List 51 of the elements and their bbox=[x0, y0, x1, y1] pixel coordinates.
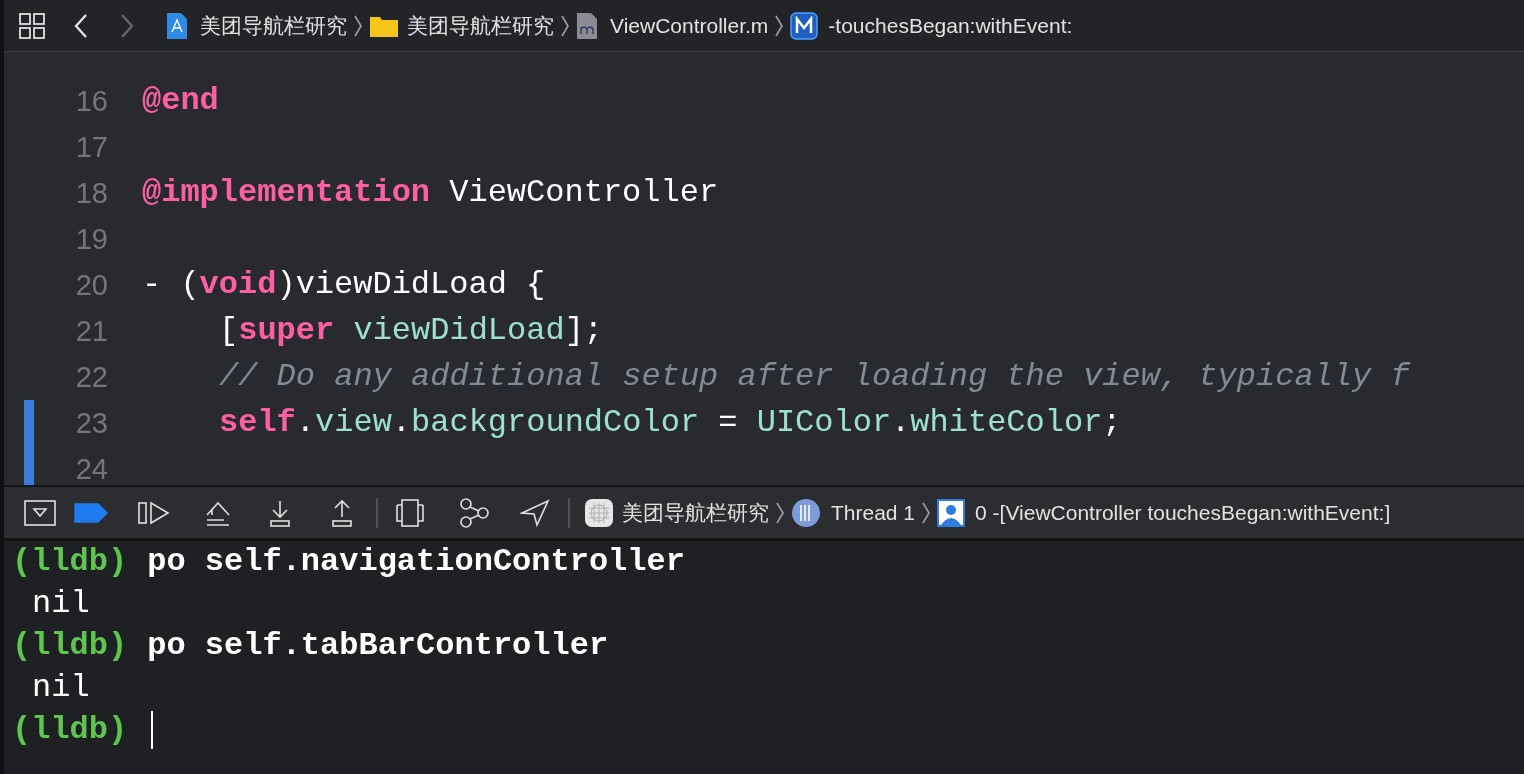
chevron-icon bbox=[774, 13, 785, 38]
chevron-icon bbox=[775, 500, 785, 525]
lldb-prompt: (lldb) bbox=[12, 714, 128, 746]
debug-path-item[interactable]: 0 -[ViewController touchesBegan:withEvent:] bbox=[975, 496, 1391, 529]
continue-icon[interactable] bbox=[138, 499, 170, 526]
code-line: - (void)viewDidLoad { bbox=[142, 269, 546, 301]
code-line: // Do any additional setup after loading the view, typically f bbox=[219, 361, 1410, 393]
line-number: 19 bbox=[74, 224, 108, 254]
thread-icon bbox=[791, 497, 821, 528]
lldb-prompt: (lldb) bbox=[12, 546, 128, 578]
memory-graph-icon[interactable] bbox=[458, 497, 490, 528]
chevron-icon bbox=[353, 13, 363, 38]
code-line: [super viewDidLoad]; bbox=[219, 315, 604, 347]
console-command: po self.tabBarController bbox=[147, 630, 609, 662]
line-number: 16 bbox=[74, 86, 108, 116]
step-out-icon[interactable] bbox=[330, 498, 354, 527]
breadcrumb-item[interactable]: ViewController.m bbox=[610, 9, 769, 42]
line-number: 21 bbox=[74, 316, 108, 346]
breadcrumb-item[interactable]: -touchesBegan:withEvent: bbox=[828, 9, 1073, 42]
method-icon bbox=[790, 11, 819, 40]
line-number: 20 bbox=[74, 270, 108, 300]
location-icon[interactable] bbox=[520, 498, 550, 527]
source-file-icon bbox=[576, 11, 598, 40]
debug-path-item[interactable]: 美团导航栏研究 bbox=[622, 496, 769, 529]
breadcrumb-item[interactable]: 美团导航栏研究 bbox=[407, 9, 554, 42]
line-number: 17 bbox=[74, 132, 108, 162]
user-icon bbox=[937, 498, 966, 527]
lldb-prompt: (lldb) bbox=[12, 630, 128, 662]
step-over-icon[interactable] bbox=[204, 499, 232, 526]
console-output: nil bbox=[32, 588, 90, 620]
code-line: @end bbox=[142, 85, 219, 117]
step-into-icon[interactable] bbox=[268, 498, 292, 527]
app-grid-icon bbox=[584, 497, 614, 528]
code-line: self.view.backgroundColor = UIColor.whiteColor; bbox=[219, 407, 1122, 439]
line-number: 22 bbox=[74, 362, 108, 392]
breadcrumb-item[interactable]: 美团导航栏研究 bbox=[200, 9, 347, 42]
app-file-icon bbox=[166, 11, 188, 40]
console-output: nil bbox=[32, 672, 90, 704]
hide-panel-icon[interactable] bbox=[24, 499, 56, 526]
line-number: 24 bbox=[74, 454, 108, 484]
back-icon[interactable] bbox=[74, 12, 88, 39]
line-number: 18 bbox=[74, 178, 108, 208]
chevron-icon bbox=[560, 13, 570, 38]
breakpoint-icon[interactable] bbox=[74, 501, 108, 524]
code-line: @implementation ViewController bbox=[142, 177, 719, 209]
line-number: 23 bbox=[74, 408, 108, 438]
console-command: po self.navigationController bbox=[147, 546, 685, 578]
chevron-icon bbox=[921, 500, 932, 525]
debug-path-item[interactable]: Thread 1 bbox=[831, 496, 916, 529]
grid-icon[interactable] bbox=[18, 11, 46, 40]
view-hierarchy-icon[interactable] bbox=[396, 498, 424, 527]
